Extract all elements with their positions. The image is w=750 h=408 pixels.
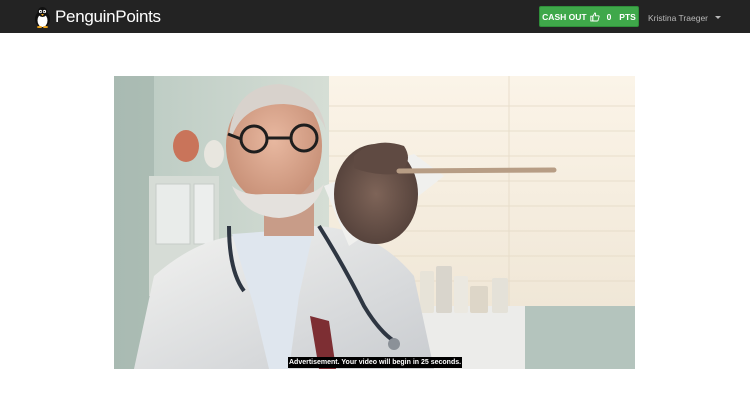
video-player[interactable]	[114, 76, 635, 369]
brand-logo-link[interactable]: PenguinPoints	[34, 6, 161, 28]
top-navbar: PenguinPoints CASH OUT 0 PTS Kristina Tr…	[0, 0, 750, 33]
brand-name: PenguinPoints	[55, 7, 161, 26]
cash-out-label: CASH OUT	[542, 11, 587, 22]
cash-out-button[interactable]: CASH OUT 0 PTS	[539, 6, 639, 27]
penguin-icon	[35, 7, 50, 28]
user-menu[interactable]: Kristina Traeger	[648, 12, 721, 23]
thumbs-up-icon	[589, 12, 600, 21]
user-name: Kristina Traeger	[648, 12, 708, 23]
ad-countdown-caption: Advertisement. Your video will begin in …	[288, 357, 463, 368]
points-unit: PTS	[619, 11, 636, 22]
points-value: 0	[606, 11, 612, 22]
caret-down-icon	[715, 16, 721, 19]
video-frame	[114, 76, 635, 369]
